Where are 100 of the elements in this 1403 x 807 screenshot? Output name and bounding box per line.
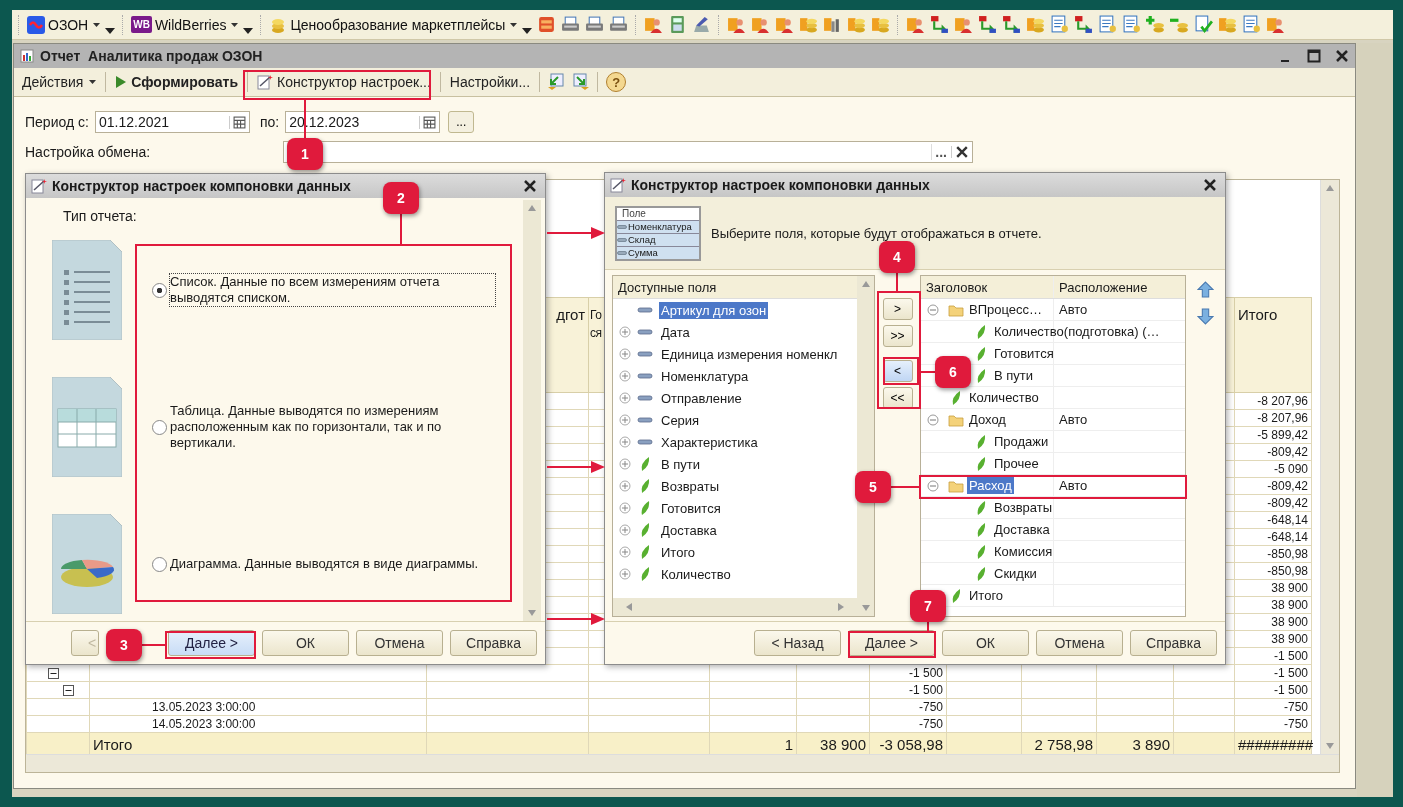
scroll-down-icon[interactable] xyxy=(1326,742,1334,750)
scrollbar[interactable] xyxy=(613,598,857,616)
tree-item[interactable]: Количество xyxy=(967,389,1041,406)
move-button[interactable]: >> xyxy=(882,325,913,347)
expand-icon[interactable] xyxy=(619,568,631,580)
wizard-button[interactable]: Конструктор настроек... xyxy=(253,70,435,94)
scrollbar[interactable] xyxy=(523,200,541,621)
list-item[interactable]: В пути xyxy=(659,455,703,473)
move-button[interactable]: < xyxy=(882,360,913,382)
select-button[interactable]: ... xyxy=(931,143,951,160)
close-icon[interactable] xyxy=(1204,179,1216,191)
actions-menu[interactable]: Действия xyxy=(18,70,101,94)
tree-item[interactable]: Доход xyxy=(967,411,1008,428)
period-button[interactable]: ... xyxy=(448,111,475,133)
people-icon[interactable] xyxy=(751,15,771,34)
expand-icon[interactable] xyxy=(619,546,631,558)
maximize-icon[interactable] xyxy=(1307,49,1321,63)
scrollbar[interactable] xyxy=(26,754,1339,772)
document-icon[interactable] xyxy=(1098,15,1118,34)
scroll-left-icon[interactable] xyxy=(625,603,633,611)
dialog-button[interactable]: Справка xyxy=(1130,630,1217,656)
printer-icon[interactable] xyxy=(609,15,629,34)
expand-icon[interactable] xyxy=(619,370,631,382)
expand-icon[interactable] xyxy=(619,414,631,426)
people-icon[interactable] xyxy=(775,15,795,34)
dialog-button[interactable]: Отмена xyxy=(356,630,443,656)
tree-item[interactable]: Продажи xyxy=(992,433,1051,450)
coins-icon[interactable] xyxy=(1218,15,1238,34)
chevron-icon[interactable] xyxy=(522,27,533,34)
toolbar-menu[interactable]: ОЗОН xyxy=(27,15,101,34)
document-icon[interactable] xyxy=(1050,15,1070,34)
document-icon[interactable] xyxy=(1122,15,1142,34)
document-icon[interactable] xyxy=(1242,15,1262,34)
expand-icon[interactable] xyxy=(619,480,631,492)
tree-item[interactable]: Итого xyxy=(967,587,1006,604)
tree-item[interactable]: Количество(подготовка) (… xyxy=(992,323,1162,340)
scroll-down-icon[interactable] xyxy=(528,609,536,617)
list-item[interactable]: Дата xyxy=(659,323,692,341)
radio-button[interactable] xyxy=(152,282,167,298)
expand-icon[interactable] xyxy=(619,348,631,360)
expand-icon[interactable] xyxy=(619,326,631,338)
people-icon[interactable] xyxy=(644,15,664,34)
dialog-button[interactable]: Отмена xyxy=(1036,630,1123,656)
checkmark-icon[interactable] xyxy=(1194,15,1214,34)
close-icon[interactable] xyxy=(524,180,536,192)
list-item[interactable]: Готовится xyxy=(659,499,723,517)
printer-icon[interactable] xyxy=(561,15,581,34)
expand-icon[interactable] xyxy=(619,436,631,448)
dialog-button[interactable]: Справка xyxy=(450,630,537,656)
tree-item[interactable]: В пути xyxy=(992,367,1036,384)
radio-button[interactable] xyxy=(152,556,167,572)
tree-item[interactable]: Скидки xyxy=(992,565,1039,582)
settings-button[interactable]: Настройки... xyxy=(445,70,535,94)
list-item[interactable]: Возвраты xyxy=(659,477,722,495)
tree-item[interactable]: Доставка xyxy=(992,521,1052,538)
scroll-down-icon[interactable] xyxy=(861,604,870,612)
list-item[interactable]: Характеристика xyxy=(659,433,760,451)
expand-icon[interactable] xyxy=(619,524,631,536)
chart-icon[interactable] xyxy=(692,15,712,34)
scroll-right-icon[interactable] xyxy=(837,603,845,611)
dialog-button[interactable]: < Назад xyxy=(754,630,841,656)
toolbar-menu[interactable]: WB WildBerries xyxy=(131,16,239,33)
dialog-button[interactable]: Далее > xyxy=(168,630,255,656)
import-icon[interactable] xyxy=(547,73,566,91)
collapse-icon[interactable] xyxy=(63,685,74,696)
scroll-up-icon[interactable] xyxy=(861,280,870,288)
arrow-up-icon[interactable] xyxy=(1196,281,1214,298)
tree-item[interactable]: Расход xyxy=(967,477,1014,494)
tree-item[interactable]: ВПроцесс… xyxy=(967,301,1044,318)
tree-item[interactable]: Возвраты xyxy=(992,499,1055,516)
expand-icon[interactable] xyxy=(619,392,631,404)
toolbar-menu[interactable]: Ценообразование маркетплейсы xyxy=(269,15,518,34)
radio-label[interactable]: Диаграмма. Данные выводятся в виде диаграммы. xyxy=(169,555,496,573)
generate-button[interactable]: Сформировать xyxy=(111,70,242,94)
calendar-icon[interactable] xyxy=(229,115,249,129)
radio-button[interactable] xyxy=(152,419,167,435)
radio-label[interactable]: Таблица. Данные выводятся по измерениям расположенным как по горизонтали, так и по вертикали. xyxy=(169,402,496,452)
collapse-icon[interactable] xyxy=(48,668,59,679)
arrow-icon[interactable] xyxy=(1074,15,1094,34)
expand-icon[interactable] xyxy=(619,458,631,470)
tree-item[interactable]: Прочее xyxy=(992,455,1041,472)
dialog-button[interactable]: ОК xyxy=(262,630,349,656)
people-icon[interactable] xyxy=(906,15,926,34)
list-item[interactable]: Артикул для озон xyxy=(659,301,769,319)
expand-icon[interactable] xyxy=(619,502,631,514)
help-button[interactable]: ? xyxy=(606,72,627,92)
arrow-icon[interactable] xyxy=(930,15,950,34)
move-button[interactable]: > xyxy=(882,298,913,320)
close-icon[interactable] xyxy=(1335,49,1349,63)
scroll-up-icon[interactable] xyxy=(1326,184,1334,192)
chevron-icon[interactable] xyxy=(105,27,116,34)
arrow-down-icon[interactable] xyxy=(1196,308,1214,325)
arrow-icon[interactable] xyxy=(978,15,998,34)
dialog-button[interactable]: ОК xyxy=(942,630,1029,656)
people-icon[interactable] xyxy=(1266,15,1286,34)
arrow-icon[interactable] xyxy=(1002,15,1022,34)
export-icon[interactable] xyxy=(572,73,591,91)
add-icon[interactable] xyxy=(1146,15,1166,34)
list-item[interactable]: Количество xyxy=(659,565,733,583)
coins-icon[interactable] xyxy=(871,15,891,34)
